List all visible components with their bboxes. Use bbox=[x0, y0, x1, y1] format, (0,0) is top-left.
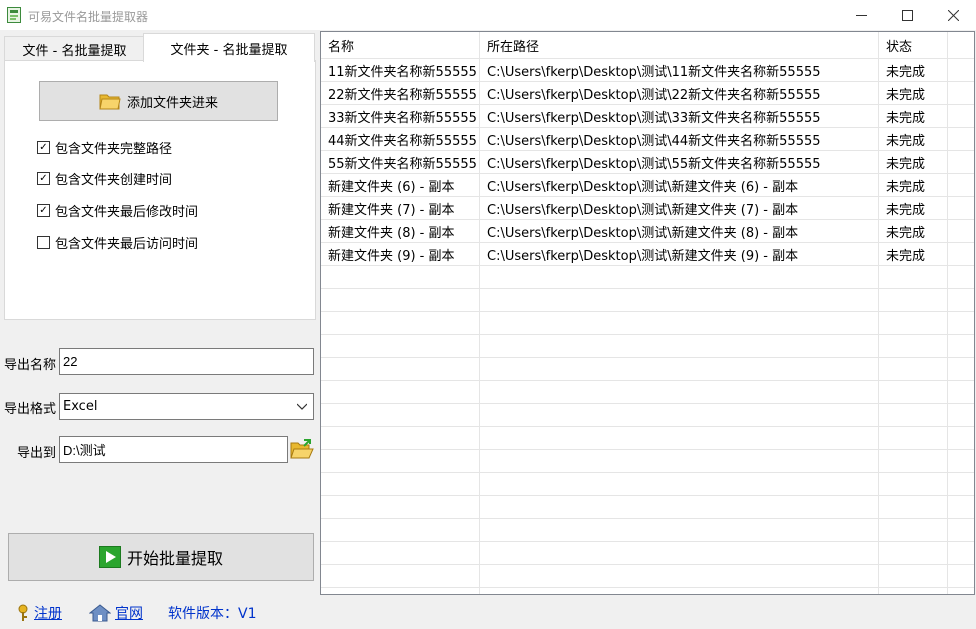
checkbox-label: 包含文件夹完整路径 bbox=[55, 142, 173, 157]
minimize-button[interactable] bbox=[838, 0, 884, 30]
cell-name: 新建文件夹 (8) - 副本 bbox=[321, 220, 480, 242]
cell-status: 未完成 bbox=[879, 105, 948, 127]
export-name-label: 导出名称 bbox=[4, 358, 57, 373]
checkbox-box[interactable]: ✓ bbox=[37, 141, 50, 154]
cell-name: 44新文件夹名称新55555 bbox=[321, 128, 480, 150]
browse-folder-button[interactable] bbox=[289, 436, 314, 463]
register-link[interactable]: 注册 bbox=[16, 603, 62, 623]
cell-name: 11新文件夹名称新55555 bbox=[321, 59, 480, 81]
cell-path: C:\Users\fkerp\Desktop\测试\新建文件夹 (8) - 副本 bbox=[480, 220, 879, 242]
column-header-status[interactable]: 状态 bbox=[879, 32, 948, 58]
table-row[interactable]: 22新文件夹名称新55555 C:\Users\fkerp\Desktop\测试\… bbox=[321, 82, 974, 105]
cell-status: 未完成 bbox=[879, 59, 948, 81]
tab-file-extract[interactable]: 文件 - 名批量提取 bbox=[4, 36, 145, 61]
checkbox-full-path[interactable]: ✓ 包含文件夹完整路径 bbox=[37, 138, 172, 157]
cell-status: 未完成 bbox=[879, 151, 948, 173]
tab-folder-extract[interactable]: 文件夹 - 名批量提取 bbox=[143, 33, 315, 62]
checkbox-box[interactable]: ✓ bbox=[37, 204, 50, 217]
folder-icon bbox=[99, 94, 121, 110]
checkbox-label: 包含文件夹最后访问时间 bbox=[55, 237, 199, 252]
export-format-select[interactable]: Excel bbox=[59, 393, 314, 420]
cell-name: 新建文件夹 (6) - 副本 bbox=[321, 174, 480, 196]
cell-name: 33新文件夹名称新55555 bbox=[321, 105, 480, 127]
cell-path: C:\Users\fkerp\Desktop\测试\55新文件夹名称新55555 bbox=[480, 151, 879, 173]
website-link[interactable]: 官网 bbox=[89, 603, 143, 623]
cell-status: 未完成 bbox=[879, 243, 948, 265]
checkbox-created-time[interactable]: ✓ 包含文件夹创建时间 bbox=[37, 169, 172, 188]
export-path-input[interactable] bbox=[59, 436, 288, 463]
close-button[interactable] bbox=[930, 0, 976, 30]
version-text: 软件版本：V1 bbox=[168, 606, 257, 622]
key-icon bbox=[18, 604, 28, 621]
cell-status: 未完成 bbox=[879, 220, 948, 242]
column-header-path[interactable]: 所在路径 bbox=[480, 32, 879, 58]
checkbox-box[interactable]: ✓ bbox=[37, 172, 50, 185]
maximize-icon bbox=[901, 9, 913, 21]
cell-path: C:\Users\fkerp\Desktop\测试\新建文件夹 (7) - 副本 bbox=[480, 197, 879, 219]
tab-label: 文件 - 名批量提取 bbox=[22, 43, 127, 59]
close-icon bbox=[947, 9, 959, 21]
home-icon bbox=[89, 604, 111, 622]
start-extract-button[interactable]: 开始批量提取 bbox=[8, 533, 314, 581]
add-folder-label: 添加文件夹进来 bbox=[126, 95, 218, 111]
app-icon bbox=[7, 7, 21, 23]
cell-path: C:\Users\fkerp\Desktop\测试\11新文件夹名称新55555 bbox=[480, 59, 879, 81]
window-title: 可易文件名批量提取器 bbox=[28, 10, 149, 24]
minimize-icon bbox=[855, 14, 867, 16]
cell-path: C:\Users\fkerp\Desktop\测试\新建文件夹 (6) - 副本 bbox=[480, 174, 879, 196]
checkbox-label: 包含文件夹最后修改时间 bbox=[55, 205, 199, 220]
table-row[interactable]: 新建文件夹 (8) - 副本 C:\Users\fkerp\Desktop\测试\… bbox=[321, 220, 974, 243]
register-label: 注册 bbox=[34, 606, 62, 622]
table-body: 11新文件夹名称新55555 C:\Users\fkerp\Desktop\测试\… bbox=[321, 59, 974, 266]
folder-options-panel: 添加文件夹进来 ✓ 包含文件夹完整路径 ✓ 包含文件夹创建时间 ✓ 包含文件夹最… bbox=[4, 60, 316, 320]
cell-name: 55新文件夹名称新55555 bbox=[321, 151, 480, 173]
open-folder-icon bbox=[289, 438, 314, 458]
cell-path: C:\Users\fkerp\Desktop\测试\新建文件夹 (9) - 副本 bbox=[480, 243, 879, 265]
table-row[interactable]: 新建文件夹 (7) - 副本 C:\Users\fkerp\Desktop\测试\… bbox=[321, 197, 974, 220]
tab-strip: 文件 - 名批量提取 文件夹 - 名批量提取 bbox=[4, 33, 316, 62]
table-row[interactable]: 55新文件夹名称新55555 C:\Users\fkerp\Desktop\测试\… bbox=[321, 151, 974, 174]
start-extract-label: 开始批量提取 bbox=[126, 549, 223, 568]
table-row[interactable]: 新建文件夹 (9) - 副本 C:\Users\fkerp\Desktop\测试\… bbox=[321, 243, 974, 266]
cell-status: 未完成 bbox=[879, 82, 948, 104]
export-format-value: Excel bbox=[63, 399, 98, 414]
cell-status: 未完成 bbox=[879, 128, 948, 150]
play-icon bbox=[98, 546, 121, 568]
table-row[interactable]: 33新文件夹名称新55555 C:\Users\fkerp\Desktop\测试\… bbox=[321, 105, 974, 128]
checkbox-modified-time[interactable]: ✓ 包含文件夹最后修改时间 bbox=[37, 201, 198, 220]
export-name-input[interactable] bbox=[59, 348, 314, 375]
table-row[interactable]: 新建文件夹 (6) - 副本 C:\Users\fkerp\Desktop\测试\… bbox=[321, 174, 974, 197]
cell-name: 新建文件夹 (7) - 副本 bbox=[321, 197, 480, 219]
export-to-label: 导出到 bbox=[17, 446, 57, 461]
cell-name: 22新文件夹名称新55555 bbox=[321, 82, 480, 104]
title-bar: 可易文件名批量提取器 bbox=[0, 0, 976, 30]
cell-status: 未完成 bbox=[879, 197, 948, 219]
checkbox-box[interactable] bbox=[37, 236, 50, 249]
cell-status: 未完成 bbox=[879, 174, 948, 196]
website-label: 官网 bbox=[115, 606, 143, 622]
table-row[interactable]: 11新文件夹名称新55555 C:\Users\fkerp\Desktop\测试\… bbox=[321, 59, 974, 82]
chevron-down-icon bbox=[297, 403, 307, 410]
tab-label: 文件夹 - 名批量提取 bbox=[170, 42, 288, 58]
checkbox-label: 包含文件夹创建时间 bbox=[55, 173, 173, 188]
add-folder-button[interactable]: 添加文件夹进来 bbox=[39, 81, 278, 121]
cell-name: 新建文件夹 (9) - 副本 bbox=[321, 243, 480, 265]
column-header-name[interactable]: 名称 bbox=[321, 32, 480, 58]
checkbox-accessed-time[interactable]: 包含文件夹最后访问时间 bbox=[37, 233, 198, 252]
folder-list-table[interactable]: 名称 所在路径 状态 11新文件夹名称新55555 C:\Users\fkerp\… bbox=[320, 31, 975, 595]
cell-path: C:\Users\fkerp\Desktop\测试\44新文件夹名称新55555 bbox=[480, 128, 879, 150]
cell-path: C:\Users\fkerp\Desktop\测试\33新文件夹名称新55555 bbox=[480, 105, 879, 127]
maximize-button[interactable] bbox=[884, 0, 930, 30]
table-header: 名称 所在路径 状态 bbox=[321, 32, 974, 59]
cell-path: C:\Users\fkerp\Desktop\测试\22新文件夹名称新55555 bbox=[480, 82, 879, 104]
export-format-label: 导出格式 bbox=[4, 402, 57, 417]
table-row[interactable]: 44新文件夹名称新55555 C:\Users\fkerp\Desktop\测试\… bbox=[321, 128, 974, 151]
